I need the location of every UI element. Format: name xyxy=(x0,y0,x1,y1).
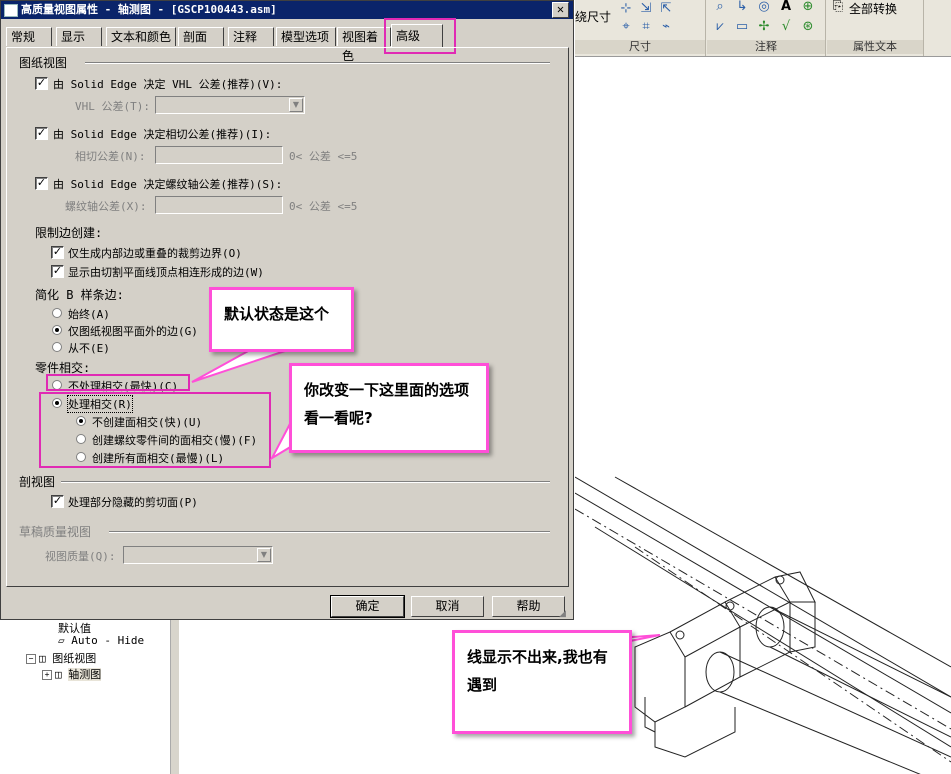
callout-change-options: 你改变一下这里面的选项看一看呢? xyxy=(289,363,489,453)
callout-default-state: 默认状态是这个 xyxy=(209,287,354,352)
callout-pointer xyxy=(191,349,289,383)
callout-lines-not-shown: 线显示不出来,我也有遇到 xyxy=(452,630,632,734)
